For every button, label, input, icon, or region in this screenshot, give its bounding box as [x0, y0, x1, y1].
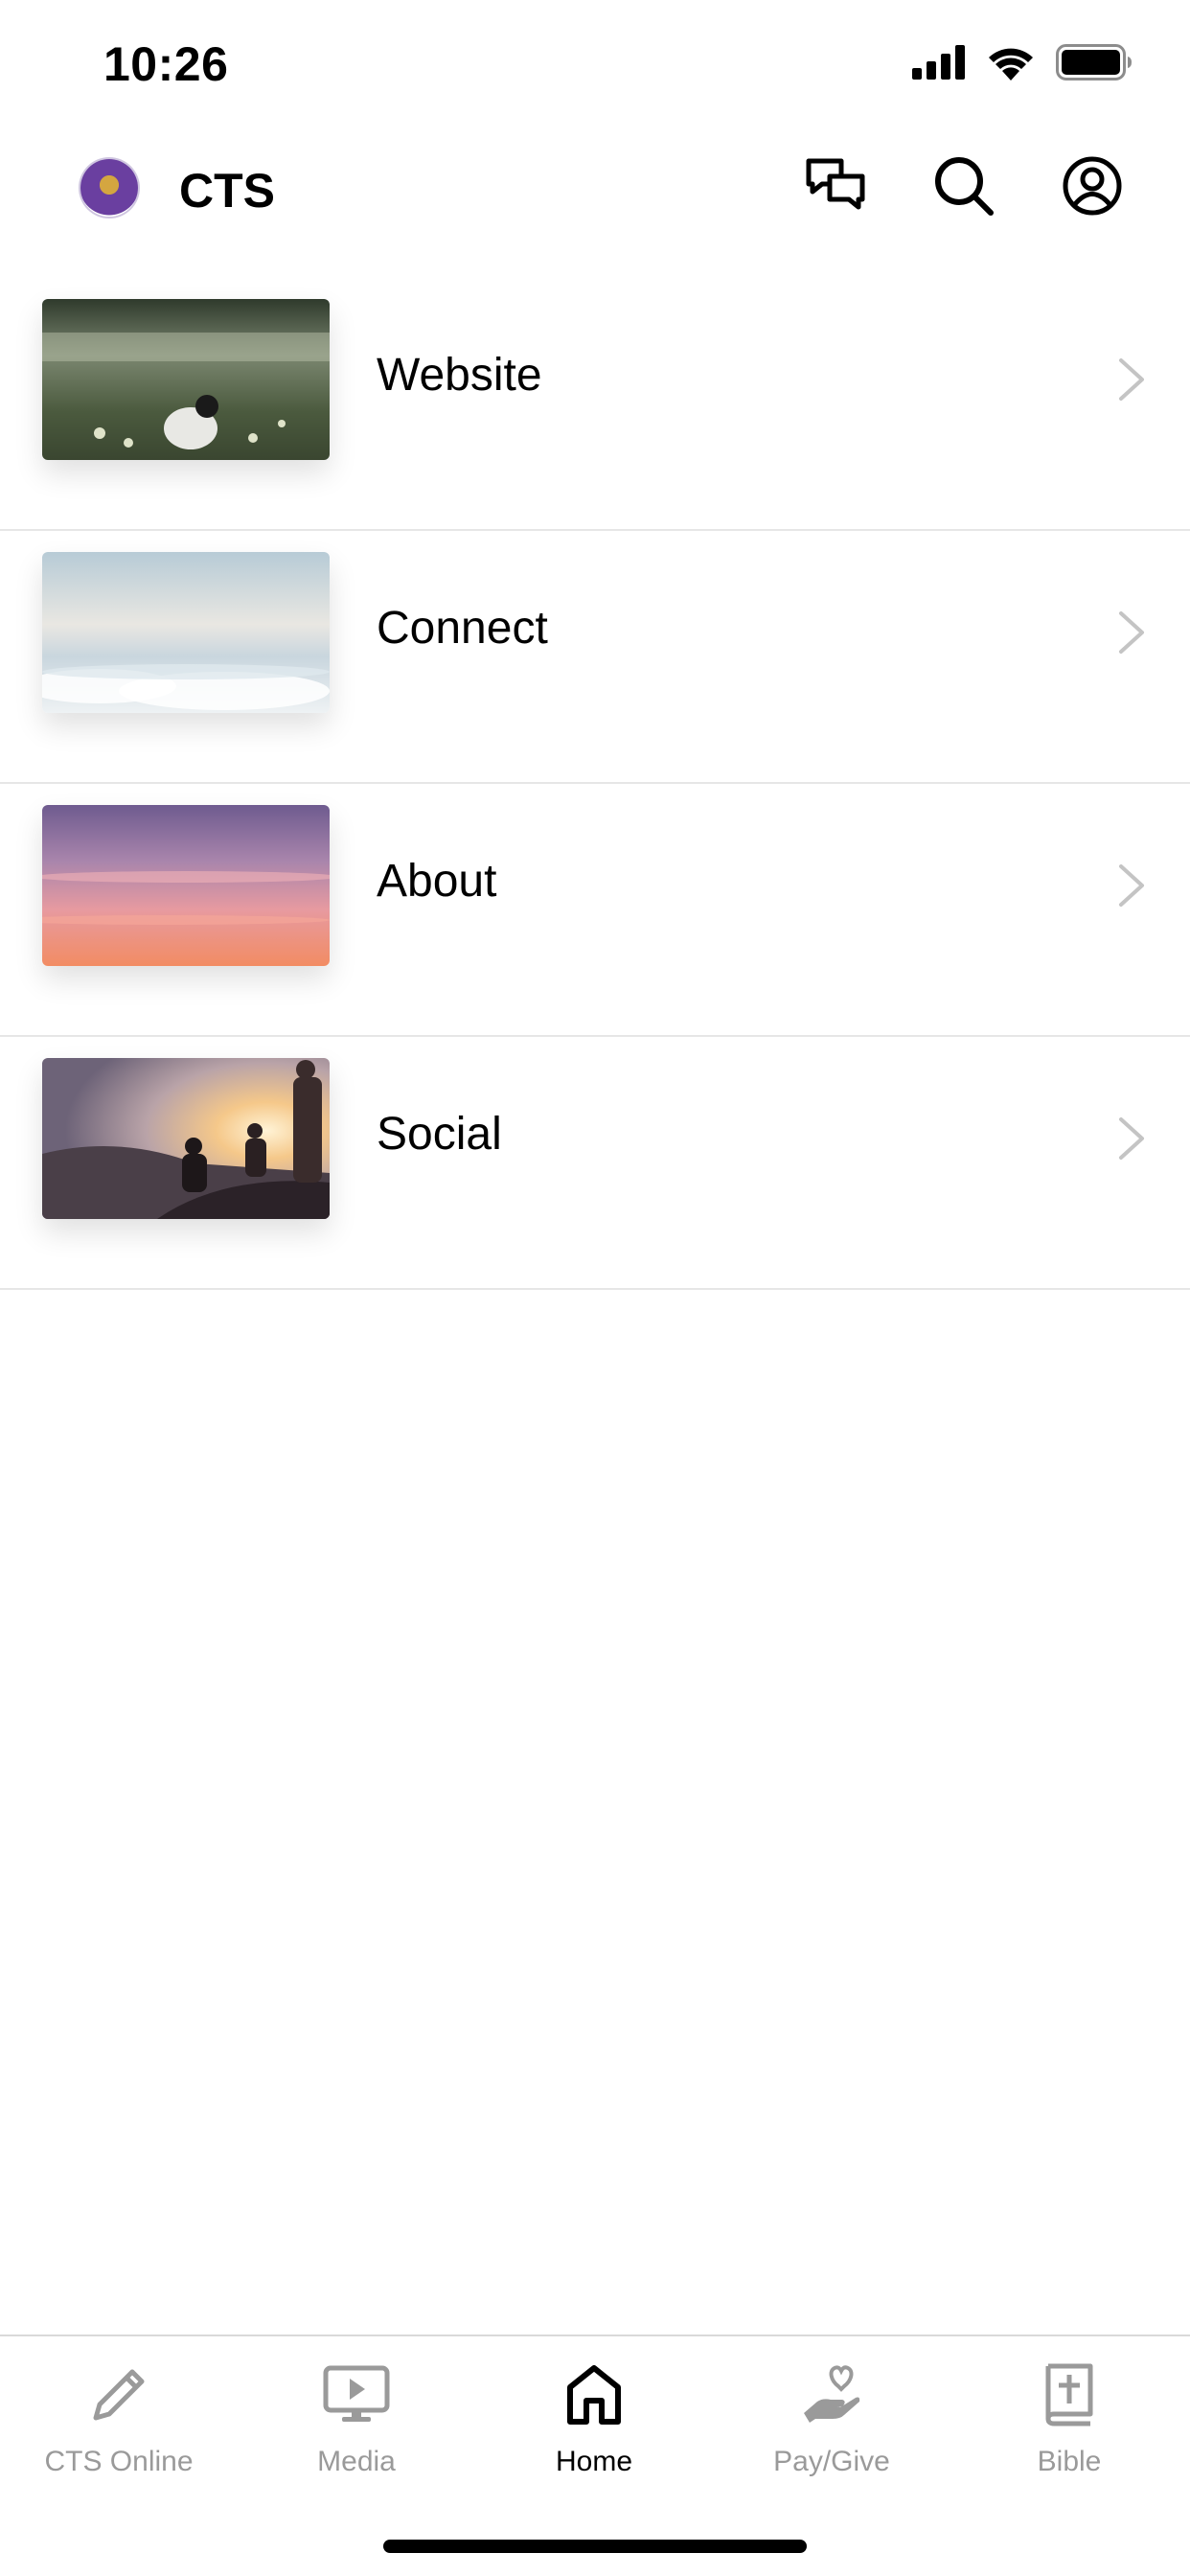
bible-icon	[1042, 2363, 1096, 2431]
tab-media[interactable]: Media	[238, 2363, 475, 2478]
tab-label: Pay/Give	[773, 2446, 890, 2477]
chat-button[interactable]	[805, 157, 866, 218]
tab-cts-online[interactable]: CTS Online	[0, 2363, 238, 2478]
pencil-icon	[88, 2364, 149, 2430]
tab-home[interactable]: Home	[475, 2363, 713, 2478]
menu-item-label: Social	[377, 1109, 502, 1160]
status-time: 10:26	[103, 37, 229, 91]
tab-label: Media	[317, 2446, 396, 2477]
give-hand-heart-icon	[800, 2363, 863, 2431]
chevron-right-icon	[1117, 1116, 1146, 1166]
menu-item-website[interactable]: Website	[0, 278, 1190, 531]
app-title: CTS	[179, 164, 275, 218]
tab-label: Bible	[1037, 2446, 1102, 2477]
profile-button[interactable]	[1062, 155, 1123, 221]
menu-item-label: Website	[377, 350, 542, 401]
search-button[interactable]	[933, 155, 995, 221]
tab-pay-give[interactable]: Pay/Give	[713, 2363, 950, 2478]
menu-item-label: About	[377, 856, 497, 907]
tab-bible[interactable]: Bible	[950, 2363, 1188, 2478]
status-icons	[912, 44, 1133, 80]
wifi-icon	[987, 44, 1035, 80]
chevron-right-icon	[1117, 356, 1146, 407]
profile-icon	[1062, 155, 1123, 221]
field-with-dog-photo	[42, 299, 330, 460]
home-icon	[565, 2364, 623, 2430]
chevron-right-icon	[1117, 862, 1146, 913]
home-indicator	[383, 2540, 807, 2553]
tab-label: Home	[555, 2446, 633, 2477]
play-screen-icon	[323, 2365, 390, 2429]
signal-icon	[912, 45, 966, 80]
menu-item-social[interactable]: Social	[0, 1037, 1190, 1290]
pink-sunset-sky-photo	[42, 805, 330, 966]
chevron-right-icon	[1117, 610, 1146, 660]
search-icon	[933, 155, 995, 221]
tab-label: CTS Online	[44, 2446, 194, 2477]
menu-item-connect[interactable]: Connect	[0, 531, 1190, 784]
battery-icon	[1056, 44, 1133, 80]
chat-icon	[805, 157, 866, 219]
menu-item-label: Connect	[377, 603, 548, 654]
church-seal-logo	[80, 159, 138, 217]
header-actions	[805, 155, 1123, 221]
status-bar: 10:26	[0, 0, 1190, 130]
people-at-sunset-photo	[42, 1058, 330, 1219]
clouds-sky-photo	[42, 552, 330, 713]
app-header: CTS	[0, 130, 1190, 251]
screen: 10:26 CTS Website Connect About Social C…	[0, 0, 1190, 2576]
menu-item-about[interactable]: About	[0, 784, 1190, 1037]
menu-list: Website Connect About Social	[0, 278, 1190, 1290]
